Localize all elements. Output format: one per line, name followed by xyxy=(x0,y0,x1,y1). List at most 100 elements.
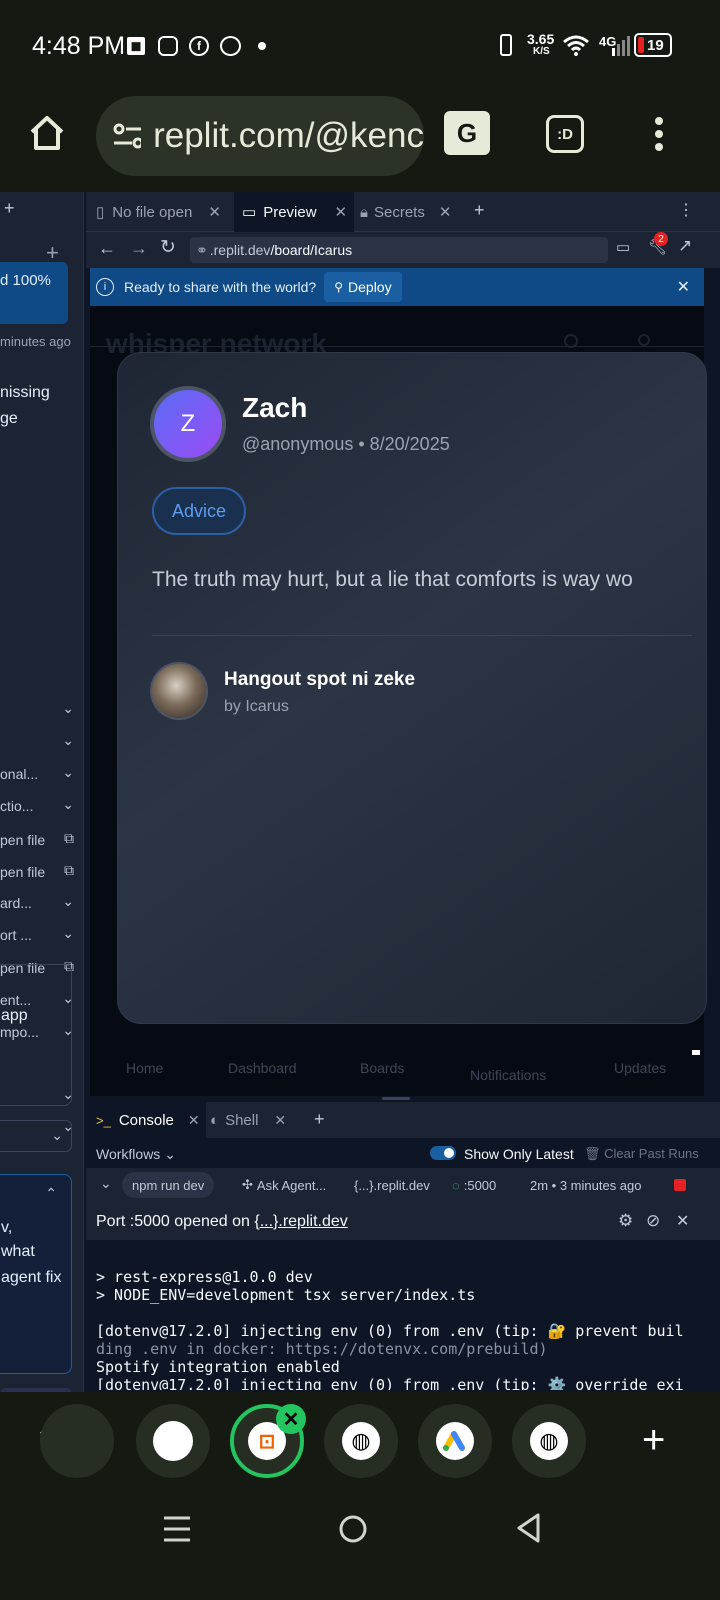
new-tab-plus-icon[interactable]: + xyxy=(474,200,485,221)
preview-address-bar[interactable]: ⚭ .replit.dev/board/Icarus xyxy=(190,237,608,263)
close-tab-icon[interactable]: ✕ xyxy=(188,1112,200,1129)
new-tab-plus-icon[interactable]: + xyxy=(4,198,15,219)
tab-count: :D xyxy=(557,125,573,143)
avatar: Z xyxy=(150,386,226,462)
nav-dashboard[interactable]: Dashboard xyxy=(228,1060,297,1076)
tab-shell[interactable]: ◐ Shell ✕ xyxy=(210,1102,310,1138)
close-tab-icon[interactable]: ✕ xyxy=(208,203,221,221)
refresh-icon[interactable]: ↻ xyxy=(160,236,176,259)
dock-app[interactable]: ◍ xyxy=(512,1404,586,1478)
nav-updates[interactable]: Updates xyxy=(614,1060,666,1076)
sidebar-row[interactable]: ard... ⌄ xyxy=(0,887,83,919)
nav-notifications[interactable]: Notifications xyxy=(470,1067,546,1083)
divider xyxy=(152,635,692,636)
editor-tab-bar: ▯ No file open ✕ ▭ Preview ✕ 🔒︎ Secrets … xyxy=(86,192,720,232)
sidebar-row[interactable]: ctio... ⌄ xyxy=(0,790,83,822)
sidebar-row[interactable]: pen file ⧉ xyxy=(0,824,83,856)
checkpoint-card[interactable]: app xyxy=(0,964,72,1106)
close-bubble-icon[interactable]: ✕ xyxy=(276,1404,306,1434)
banner-text: Ready to share with the world? xyxy=(124,279,317,295)
site-settings-icon[interactable] xyxy=(112,121,142,151)
close-banner-icon[interactable]: ✕ xyxy=(677,277,690,297)
sidebar-row-label: ard... xyxy=(0,895,32,911)
open-external-icon: ⧉ xyxy=(64,862,74,878)
chevron-up-icon[interactable]: ⌃ xyxy=(45,1185,57,1202)
port-link[interactable]: {...}.replit.dev xyxy=(254,1213,347,1230)
board-avatar[interactable] xyxy=(150,662,208,720)
tab-secrets[interactable]: 🔒︎ Secrets ✕ xyxy=(354,192,464,232)
clear-runs-button[interactable]: 🗑︎ Clear Past Runs xyxy=(584,1146,699,1162)
deploy-button[interactable]: ⚲ Deploy xyxy=(324,272,402,302)
close-notice-icon[interactable]: ✕ xyxy=(676,1211,689,1231)
agent-line: agent fix xyxy=(1,1269,62,1286)
profile-icon[interactable] xyxy=(638,334,650,346)
new-tab-plus-icon[interactable]: + xyxy=(314,1109,325,1130)
dock-app[interactable] xyxy=(40,1404,114,1478)
timestamp: minutes ago xyxy=(0,334,71,349)
log-line: [dotenv@17.2.0] injecting env (0) from .… xyxy=(96,1322,684,1340)
tab-console[interactable]: >_ Console ✕ xyxy=(86,1102,206,1138)
sidebar-row-label: ort ... xyxy=(0,927,32,943)
globe-icon: ◍ xyxy=(342,1422,380,1460)
close-tab-icon[interactable]: ✕ xyxy=(274,1112,286,1129)
close-tab-icon[interactable]: ✕ xyxy=(335,203,348,221)
workflows-dropdown[interactable]: Workflows ⌄ xyxy=(96,1146,176,1163)
recents-icon[interactable] xyxy=(162,1514,192,1544)
home-icon[interactable] xyxy=(28,114,66,152)
gear-icon[interactable]: ⚙ xyxy=(618,1211,633,1231)
tab-no-file[interactable]: ▯ No file open ✕ xyxy=(86,192,234,232)
battery-icon: 19 xyxy=(634,33,672,57)
back-nav-icon[interactable] xyxy=(514,1512,544,1544)
browser-menu-icon[interactable] xyxy=(654,116,664,154)
nav-boards[interactable]: Boards xyxy=(360,1060,404,1076)
sidebar-row[interactable]: ⌄ xyxy=(0,726,83,758)
home-nav-icon[interactable] xyxy=(338,1514,368,1544)
resize-handle[interactable] xyxy=(692,1050,700,1055)
ask-agent-chip[interactable]: ✣ Ask Agent... xyxy=(232,1172,336,1198)
add-bubble-icon[interactable]: + xyxy=(642,1418,665,1463)
nav-home[interactable]: Home xyxy=(126,1060,163,1076)
show-latest-toggle[interactable] xyxy=(430,1146,456,1160)
dock-app[interactable] xyxy=(418,1404,492,1478)
chevron-down-icon[interactable]: ⌄ xyxy=(100,1175,112,1192)
forward-arrow-icon[interactable]: → xyxy=(130,238,148,259)
progress-text: d 100% xyxy=(0,272,51,289)
stop-button[interactable] xyxy=(674,1179,686,1191)
file-icon: ▯ xyxy=(96,204,105,221)
tab-switcher-button[interactable]: :D xyxy=(546,115,584,153)
facebook-icon: f xyxy=(189,36,209,56)
translate-icon[interactable]: G xyxy=(444,111,490,155)
command-chip[interactable]: npm run dev xyxy=(122,1172,215,1198)
tab-preview[interactable]: ▭ Preview ✕ xyxy=(234,192,354,232)
sidebar-row[interactable]: ort ... ⌄ xyxy=(0,919,83,951)
agent-message-card[interactable]: ⌃ v, what agent fix xyxy=(0,1174,72,1374)
app-notification-icon: ◼ xyxy=(127,37,145,55)
board-title[interactable]: Hangout spot ni zeke xyxy=(224,669,415,691)
more-options-icon[interactable]: ⋮ xyxy=(678,200,694,220)
open-external-icon: ⧉ xyxy=(64,830,74,846)
chevron-down-icon: ⌄ xyxy=(62,925,74,941)
collapsed-section[interactable]: ⌄ xyxy=(0,1120,72,1152)
chevron-down-icon: ⌄ xyxy=(62,700,74,716)
category-tag[interactable]: Advice xyxy=(152,487,246,535)
close-tab-icon[interactable]: ✕ xyxy=(439,203,452,221)
chevron-down-icon: ⌄ xyxy=(62,732,74,748)
port-notice-text: Port :5000 opened on {...}.replit.dev xyxy=(96,1213,348,1230)
dock-app[interactable]: ◍ xyxy=(324,1404,398,1478)
dock-app[interactable] xyxy=(136,1404,210,1478)
back-arrow-icon[interactable]: ← xyxy=(98,238,116,259)
port-chip[interactable]: ◌:5000 xyxy=(442,1172,506,1198)
domain-chip[interactable]: {...}.replit.dev xyxy=(344,1172,440,1198)
chevron-down-icon: ⌄ xyxy=(62,764,74,780)
url-bar[interactable]: replit.com/@kenc xyxy=(96,96,424,176)
sidebar-row[interactable]: onal... ⌄ xyxy=(0,758,83,790)
sidebar-row[interactable]: ⌄ xyxy=(0,694,83,726)
avatar-letter: Z xyxy=(180,410,196,437)
pane-drag-handle[interactable] xyxy=(382,1097,410,1100)
hide-icon[interactable]: ⊘ xyxy=(646,1211,660,1231)
log-line: > NODE_ENV=development tsx server/index.… xyxy=(96,1286,476,1304)
sidebar-row[interactable]: pen file ⧉ xyxy=(0,856,83,888)
devices-icon[interactable]: ▭ xyxy=(616,238,630,256)
board-author: by Icarus xyxy=(224,698,289,715)
open-new-window-icon[interactable]: ↗ xyxy=(678,236,692,256)
